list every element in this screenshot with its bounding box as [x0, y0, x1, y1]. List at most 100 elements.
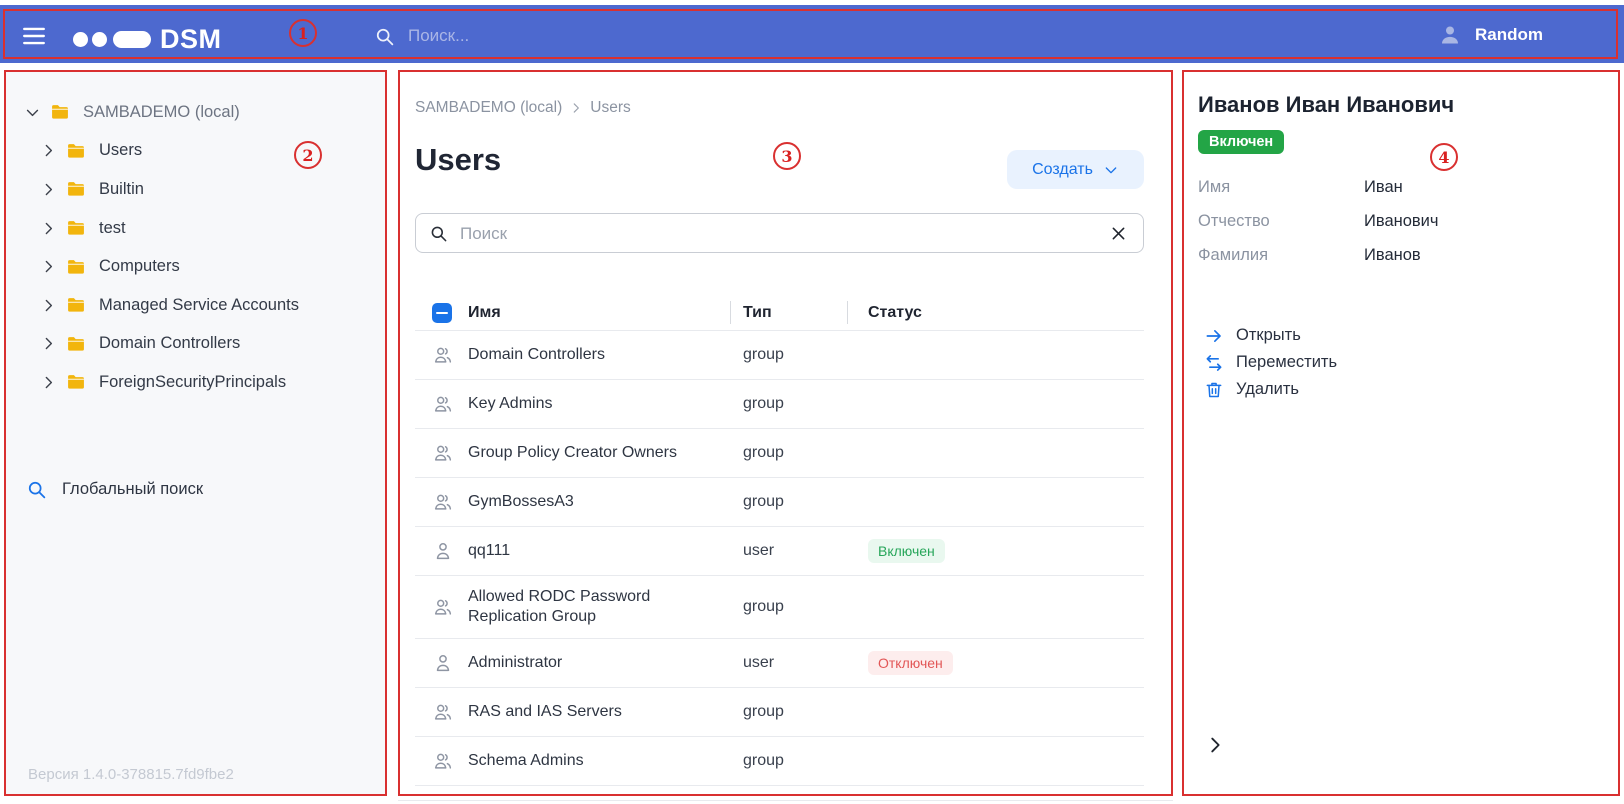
chevron-right-icon[interactable]	[40, 142, 57, 159]
select-all-checkbox[interactable]	[432, 303, 452, 323]
column-header-status[interactable]: Статус	[868, 304, 1144, 322]
logo-dot	[92, 31, 107, 47]
action-label: Переместить	[1236, 353, 1338, 371]
field-value: Иван	[1364, 177, 1403, 196]
table-row[interactable]: GymBossesA3 group	[415, 478, 1144, 527]
breadcrumb-domain[interactable]: SAMBADEMO (local)	[415, 99, 562, 117]
hamburger-menu-icon[interactable]	[19, 23, 49, 49]
table-row[interactable]: Domain Controllers group	[415, 331, 1144, 380]
tree-item-label: SAMBADEMO (local)	[83, 102, 240, 121]
collapse-panel-chevron-icon[interactable]	[1204, 734, 1226, 756]
details-panel: Иванов Иван Иванович Включен Имя Иван От…	[1182, 70, 1620, 796]
breadcrumb: SAMBADEMO (local) Users	[415, 99, 631, 117]
chevron-down-icon[interactable]	[24, 104, 41, 121]
tree-item-label: Computers	[99, 257, 180, 276]
group-icon	[432, 344, 454, 366]
group-icon	[432, 442, 454, 464]
chevron-right-icon	[569, 101, 583, 115]
chevron-right-icon[interactable]	[40, 374, 57, 391]
delete-action[interactable]: Удалить	[1204, 376, 1337, 403]
tree-item-users[interactable]: Users	[6, 132, 385, 171]
column-header-type[interactable]: Тип	[743, 304, 868, 322]
logo-pill	[113, 30, 151, 48]
tree-item-managed-service-accounts[interactable]: Managed Service Accounts	[6, 286, 385, 325]
table-row[interactable]: qq111 user Включен	[415, 527, 1144, 576]
tree-item-computers[interactable]: Computers	[6, 247, 385, 286]
details-fields: Имя Иван Отчество Иванович Фамилия Ивано…	[1198, 170, 1598, 272]
version-text: Версия 1.4.0-378815.7fd9fbe2	[28, 766, 234, 783]
tree-item-domain-controllers[interactable]: Domain Controllers	[6, 325, 385, 364]
group-icon	[432, 596, 454, 618]
main-panel: SAMBADEMO (local) Users Users Создать Им…	[398, 70, 1173, 796]
group-icon	[432, 750, 454, 772]
sidebar-item-global-search[interactable]: Глобальный поиск	[26, 479, 203, 500]
row-name: RAS and IAS Servers	[468, 703, 622, 720]
table-row[interactable]: Administrator user Отключен	[415, 639, 1144, 688]
global-search-input[interactable]	[406, 20, 926, 52]
sidebar: SAMBADEMO (local) Users Builtin test Com…	[4, 70, 387, 796]
move-action[interactable]: Переместить	[1204, 349, 1337, 376]
annotation-bubble-4: 4	[1430, 143, 1458, 171]
tree-item-domain-root[interactable]: SAMBADEMO (local)	[6, 93, 385, 132]
row-name: Group Policy Creator Owners	[468, 444, 677, 461]
group-icon	[432, 701, 454, 723]
open-action[interactable]: Открыть	[1204, 322, 1337, 349]
row-type: group	[743, 703, 784, 720]
row-name: qq111	[468, 542, 511, 559]
field-label: Имя	[1198, 177, 1231, 196]
users-table: Имя Тип Статус Domain Controllers group …	[415, 296, 1144, 786]
field-value: Иванов	[1364, 245, 1421, 264]
user-icon	[432, 652, 454, 674]
folder-icon	[66, 372, 86, 392]
arrow-right-icon	[1204, 326, 1224, 346]
chevron-down-icon	[1103, 162, 1119, 178]
row-type: group	[743, 444, 784, 461]
chevron-right-icon[interactable]	[40, 181, 57, 198]
search-icon	[429, 224, 448, 243]
table-row[interactable]: Group Policy Creator Owners group	[415, 429, 1144, 478]
logo-dot	[73, 31, 88, 47]
app-header: DSM Random	[0, 5, 1624, 63]
table-row[interactable]: RAS and IAS Servers group	[415, 688, 1144, 737]
user-icon	[432, 540, 454, 562]
list-search-box	[415, 213, 1144, 253]
row-status: Включен	[868, 538, 1144, 564]
breadcrumb-users[interactable]: Users	[590, 99, 630, 117]
table-row[interactable]: Key Admins group	[415, 380, 1144, 429]
search-icon	[26, 479, 47, 500]
group-icon	[432, 491, 454, 513]
chevron-right-icon[interactable]	[40, 220, 57, 237]
column-header-name[interactable]: Имя	[468, 304, 743, 322]
swap-arrows-icon	[1204, 353, 1224, 373]
chevron-right-icon[interactable]	[40, 335, 57, 352]
details-title: Иванов Иван Иванович	[1198, 92, 1455, 117]
row-type: user	[743, 542, 775, 559]
clear-search-icon[interactable]	[1109, 224, 1128, 243]
table-row[interactable]: Allowed RODC Password Replication Group …	[415, 576, 1144, 639]
user-menu[interactable]: Random	[1438, 23, 1543, 47]
folder-icon	[66, 257, 86, 277]
tree-item-label: Domain Controllers	[99, 334, 241, 353]
field-label: Отчество	[1198, 211, 1270, 230]
row-type: group	[743, 395, 784, 412]
chevron-right-icon[interactable]	[40, 297, 57, 314]
field-row: Фамилия Иванов	[1198, 238, 1598, 272]
domain-tree: SAMBADEMO (local) Users Builtin test Com…	[6, 93, 385, 402]
row-type: group	[743, 493, 784, 510]
tree-item-test[interactable]: test	[6, 209, 385, 248]
table-row[interactable]: Schema Admins group	[415, 737, 1144, 786]
user-name: Random	[1475, 25, 1543, 44]
group-icon	[432, 393, 454, 415]
list-search-input[interactable]	[458, 218, 1082, 250]
tree-item-builtin[interactable]: Builtin	[6, 170, 385, 209]
action-label: Удалить	[1236, 380, 1299, 398]
tree-item-foreign-security-principals[interactable]: ForeignSecurityPrincipals	[6, 363, 385, 402]
chevron-right-icon[interactable]	[40, 258, 57, 275]
folder-icon	[66, 334, 86, 354]
create-button[interactable]: Создать	[1007, 150, 1144, 189]
row-type: group	[743, 752, 784, 769]
user-avatar-icon	[1438, 23, 1462, 47]
page-title: Users	[415, 142, 502, 177]
folder-icon	[50, 102, 70, 122]
row-divider	[398, 800, 1173, 801]
